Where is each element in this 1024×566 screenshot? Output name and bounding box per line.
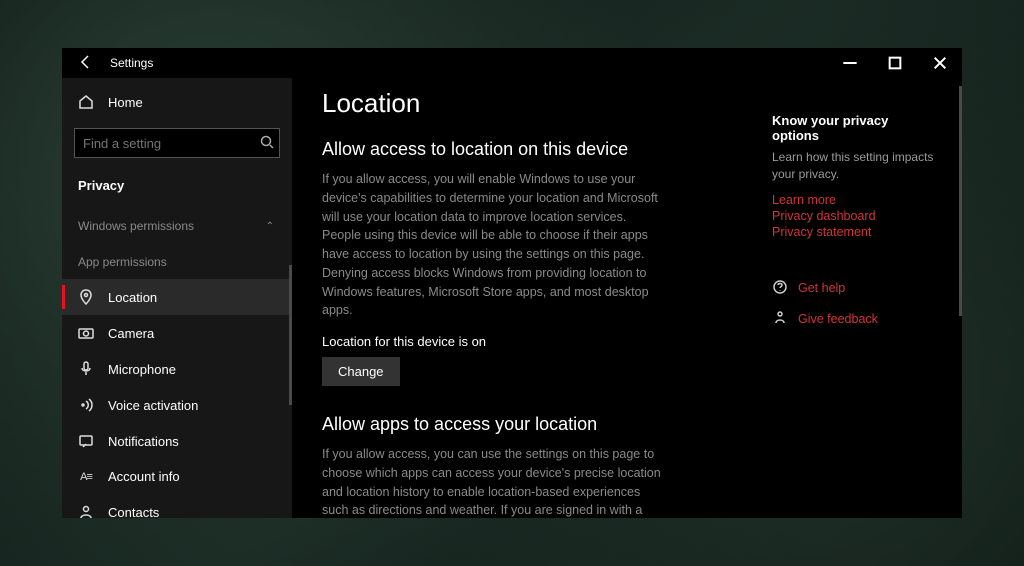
home-icon bbox=[78, 94, 94, 110]
group-windows-permissions[interactable]: Windows permissions ⌃ bbox=[62, 207, 290, 243]
sidebar-item-label: Notifications bbox=[108, 434, 179, 449]
privacy-statement-link[interactable]: Privacy statement bbox=[772, 225, 938, 239]
sidebar-item-notifications[interactable]: Notifications bbox=[62, 423, 290, 459]
device-location-status: Location for this device is on bbox=[322, 334, 732, 349]
contacts-icon bbox=[78, 504, 94, 518]
help-icon bbox=[772, 279, 788, 298]
page-title: Location bbox=[322, 88, 732, 119]
get-help-link[interactable]: Get help bbox=[798, 281, 845, 295]
give-feedback-link[interactable]: Give feedback bbox=[798, 312, 878, 326]
sidebar-item-account-info[interactable]: A≡ Account info bbox=[62, 459, 290, 494]
sidebar-scroll[interactable]: Windows permissions ⌃ App permissions Lo… bbox=[62, 207, 292, 518]
settings-window: Settings Home Privacy Windows permission… bbox=[62, 48, 962, 518]
content-scroll[interactable]: Location Allow access to location on thi… bbox=[292, 78, 762, 518]
sidebar-item-label: Contacts bbox=[108, 505, 159, 519]
sidebar-item-contacts[interactable]: Contacts bbox=[62, 494, 290, 518]
section1-heading: Allow access to location on this device bbox=[322, 139, 732, 160]
search-box[interactable] bbox=[74, 128, 280, 158]
section2-description: If you allow access, you can use the set… bbox=[322, 445, 662, 518]
sidebar-item-microphone[interactable]: Microphone bbox=[62, 351, 290, 387]
search-input[interactable] bbox=[83, 136, 259, 151]
right-column: Know your privacy options Learn how this… bbox=[762, 78, 962, 518]
section2-heading: Allow apps to access your location bbox=[322, 414, 732, 435]
back-button[interactable] bbox=[78, 54, 94, 73]
section1-description: If you allow access, you will enable Win… bbox=[322, 170, 662, 320]
home-label: Home bbox=[108, 95, 143, 110]
sidebar-item-location[interactable]: Location bbox=[62, 279, 290, 315]
sidebar-item-label: Camera bbox=[108, 326, 154, 341]
main-area: Location Allow access to location on thi… bbox=[292, 78, 962, 518]
feedback-icon bbox=[772, 310, 788, 329]
learn-more-link[interactable]: Learn more bbox=[772, 193, 938, 207]
chevron-up-icon: ⌃ bbox=[266, 221, 274, 232]
maximize-button[interactable] bbox=[872, 48, 917, 78]
change-button[interactable]: Change bbox=[322, 357, 400, 386]
sidebar-item-label: Account info bbox=[108, 469, 180, 484]
camera-icon bbox=[78, 325, 94, 341]
window-title: Settings bbox=[110, 56, 153, 70]
account-icon: A≡ bbox=[78, 471, 94, 483]
minimize-button[interactable] bbox=[827, 48, 872, 78]
group-label: Windows permissions bbox=[78, 219, 194, 233]
search-icon bbox=[259, 134, 275, 153]
microphone-icon bbox=[78, 361, 94, 377]
sidebar-item-label: Microphone bbox=[108, 362, 176, 377]
privacy-dashboard-link[interactable]: Privacy dashboard bbox=[772, 209, 938, 223]
close-button[interactable] bbox=[917, 48, 962, 78]
privacy-options-sub: Learn how this setting impacts your priv… bbox=[772, 149, 938, 183]
notifications-icon bbox=[78, 433, 94, 449]
main-scrollbar[interactable] bbox=[959, 86, 962, 316]
titlebar: Settings bbox=[62, 48, 962, 78]
sidebar-item-label: Location bbox=[108, 290, 157, 305]
group-app-permissions[interactable]: App permissions bbox=[62, 243, 290, 279]
sidebar-item-label: Voice activation bbox=[108, 398, 198, 413]
privacy-header: Privacy bbox=[62, 170, 292, 207]
group-label: App permissions bbox=[78, 255, 167, 269]
voice-icon bbox=[78, 397, 94, 413]
home-nav[interactable]: Home bbox=[62, 84, 292, 120]
sidebar-item-voice-activation[interactable]: Voice activation bbox=[62, 387, 290, 423]
sidebar-item-camera[interactable]: Camera bbox=[62, 315, 290, 351]
location-icon bbox=[78, 289, 94, 305]
privacy-options-header: Know your privacy options bbox=[772, 113, 938, 143]
sidebar: Home Privacy Windows permissions ⌃ App p… bbox=[62, 78, 292, 518]
